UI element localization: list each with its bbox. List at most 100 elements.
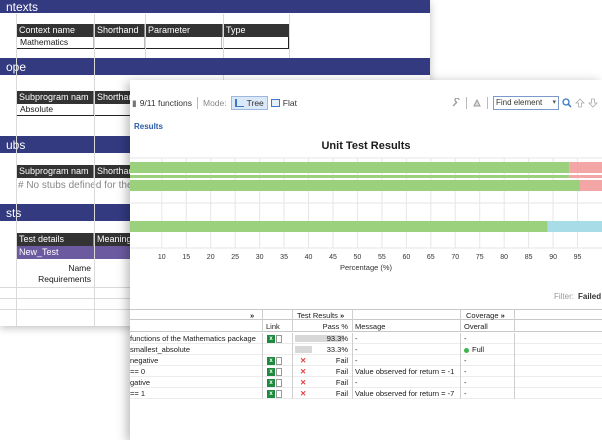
- grid-line: [223, 14, 224, 58]
- excel-link-icon[interactable]: x: [267, 333, 282, 344]
- chart-x-axis-label: Percentage (%): [340, 263, 393, 272]
- chart-bar-pass: [130, 221, 548, 232]
- table-row[interactable]: negative x ✕ Fail - -: [130, 355, 602, 366]
- chart-tick-label: 35: [280, 254, 288, 261]
- chart-tick-label: 95: [574, 254, 582, 261]
- col-message[interactable]: Message: [355, 321, 385, 332]
- shorthand-cell[interactable]: [94, 104, 133, 115]
- overall-cell: -: [464, 334, 467, 343]
- highlight-icon[interactable]: [472, 98, 482, 108]
- col-pass[interactable]: Pass %: [296, 321, 348, 332]
- col-shorthand: Shorthan: [97, 92, 134, 102]
- grid-line: [289, 14, 290, 58]
- chart-bar-remainder: [547, 221, 602, 232]
- toolbar-handle: ▮: [132, 97, 137, 108]
- message-cell: -: [355, 356, 358, 365]
- filter-value[interactable]: Failed: [578, 292, 601, 301]
- toolbar: ▮ 9/11 functions Mode: Tree Flat Find el…: [130, 92, 602, 114]
- excel-link-icon[interactable]: x: [267, 388, 282, 399]
- search-icon[interactable]: [562, 98, 572, 108]
- row-name[interactable]: functions of the Mathematics package: [130, 333, 260, 344]
- no-stubs-note: # No stubs defined for the: [18, 180, 133, 191]
- pass-value: Fail: [335, 378, 348, 387]
- col-link[interactable]: Link: [266, 321, 280, 332]
- flat-mode-label: Flat: [282, 98, 297, 108]
- chart-tick-label: 25: [231, 254, 239, 261]
- row-name[interactable]: == 0: [130, 366, 260, 377]
- flat-mode-button[interactable]: Flat: [268, 97, 300, 109]
- overall-cell: -: [464, 389, 467, 398]
- table-row[interactable]: functions of the Mathematics package x 93.…: [130, 333, 602, 344]
- chart-bar-pass: [130, 180, 580, 191]
- table-row[interactable]: == 0 x ✕ Fail Value observed for return = -1…: [130, 366, 602, 377]
- chart-tick-label: 55: [378, 254, 386, 261]
- pass-value: Fail: [335, 367, 348, 376]
- table-group-header-row: » Test Results » Coverage »: [130, 309, 602, 321]
- wrench-icon[interactable]: [451, 98, 461, 108]
- subprogram-cell[interactable]: Absolute: [17, 104, 94, 115]
- chart-bar-remainder: [579, 180, 602, 191]
- table-row[interactable]: smallest_absolute 33.3% - Full: [130, 344, 602, 355]
- excel-link-icon[interactable]: x: [267, 366, 282, 377]
- chart-tick-label: 85: [525, 254, 533, 261]
- mode-label: Mode:: [202, 98, 227, 108]
- type-cell[interactable]: [222, 37, 288, 48]
- chart-tick-label: 80: [500, 254, 508, 261]
- filter-label: Filter:: [554, 292, 574, 301]
- context-name-cell[interactable]: Mathematics: [17, 37, 95, 48]
- group-coverage[interactable]: Coverage »: [466, 310, 505, 321]
- excel-link-icon[interactable]: x: [267, 355, 282, 366]
- test-name-row[interactable]: New_Test: [16, 246, 131, 259]
- grid-line: [16, 14, 17, 326]
- chart-tick-label: 50: [354, 254, 362, 261]
- section-title-contexts: ntexts: [6, 0, 39, 14]
- row-name[interactable]: smallest_absolute: [130, 344, 260, 355]
- row-name[interactable]: gative: [130, 377, 260, 388]
- tree-icon: [234, 99, 244, 107]
- chart-tick-label: 20: [207, 254, 215, 261]
- grid-line: [145, 14, 146, 58]
- pass-value: Fail: [335, 356, 348, 365]
- col-overall[interactable]: Overall: [464, 321, 488, 332]
- contexts-header-row: Context name Shorthand Parameter Type: [16, 24, 289, 37]
- arrow-up-icon[interactable]: [575, 98, 585, 108]
- unit-test-results-window: ▮ 9/11 functions Mode: Tree Flat Find el…: [130, 80, 602, 440]
- find-element-value: Find element: [496, 98, 543, 107]
- overall-cell: -: [464, 356, 467, 365]
- expand-columns-icon[interactable]: »: [250, 310, 254, 321]
- scope-row[interactable]: Absolute: [16, 104, 134, 116]
- table-row[interactable]: == 1 x ✕ Fail Value observed for return = -7…: [130, 388, 602, 399]
- unit-test-results-chart: 10 15 20 25 30 35 40 45 50 55 60 65 70 75 80 85 90 95 Perc…: [130, 157, 602, 272]
- tree-mode-button[interactable]: Tree: [230, 96, 268, 110]
- chart-tick-label: 10: [158, 254, 166, 261]
- message-cell: Value observed for return = -1: [355, 367, 455, 376]
- shorthand-cell[interactable]: [94, 37, 146, 48]
- excel-link-icon[interactable]: x: [267, 377, 282, 388]
- col-subprogram-name: Subprogram nam: [16, 165, 94, 178]
- arrow-down-icon[interactable]: [588, 98, 598, 108]
- message-cell: -: [355, 345, 358, 354]
- chart-tick-label: 15: [182, 254, 190, 261]
- row-name[interactable]: == 1: [130, 388, 260, 399]
- toolbar-separator: [487, 97, 488, 109]
- flat-list-icon: [270, 99, 280, 107]
- chart-tick-label: 90: [549, 254, 557, 261]
- row-name[interactable]: negative: [130, 355, 260, 366]
- chart-bar-pass: [130, 175, 570, 178]
- toolbar-separator: [196, 97, 198, 109]
- chevron-down-icon: ▾: [552, 99, 556, 106]
- parameter-cell[interactable]: [145, 37, 223, 48]
- col-subprogram-name: Subprogram nam: [16, 91, 94, 104]
- section-title-tests: sts: [6, 205, 22, 220]
- group-test-results[interactable]: Test Results »: [297, 310, 344, 321]
- chart-tick-label: 60: [402, 254, 410, 261]
- table-row[interactable]: gative x ✕ Fail - -: [130, 377, 602, 388]
- find-element-dropdown[interactable]: Find element ▾: [493, 96, 559, 110]
- scope-header-row: Subprogram nam Shorthan: [16, 91, 134, 104]
- contexts-row[interactable]: Mathematics: [16, 37, 289, 49]
- overall-cell: -: [464, 367, 467, 376]
- chart-tick-label: 70: [451, 254, 459, 261]
- chart-tick-label: 45: [329, 254, 337, 261]
- message-cell: Value observed for return = -7: [355, 389, 455, 398]
- tests-header-row: Test details Meaning: [16, 233, 134, 246]
